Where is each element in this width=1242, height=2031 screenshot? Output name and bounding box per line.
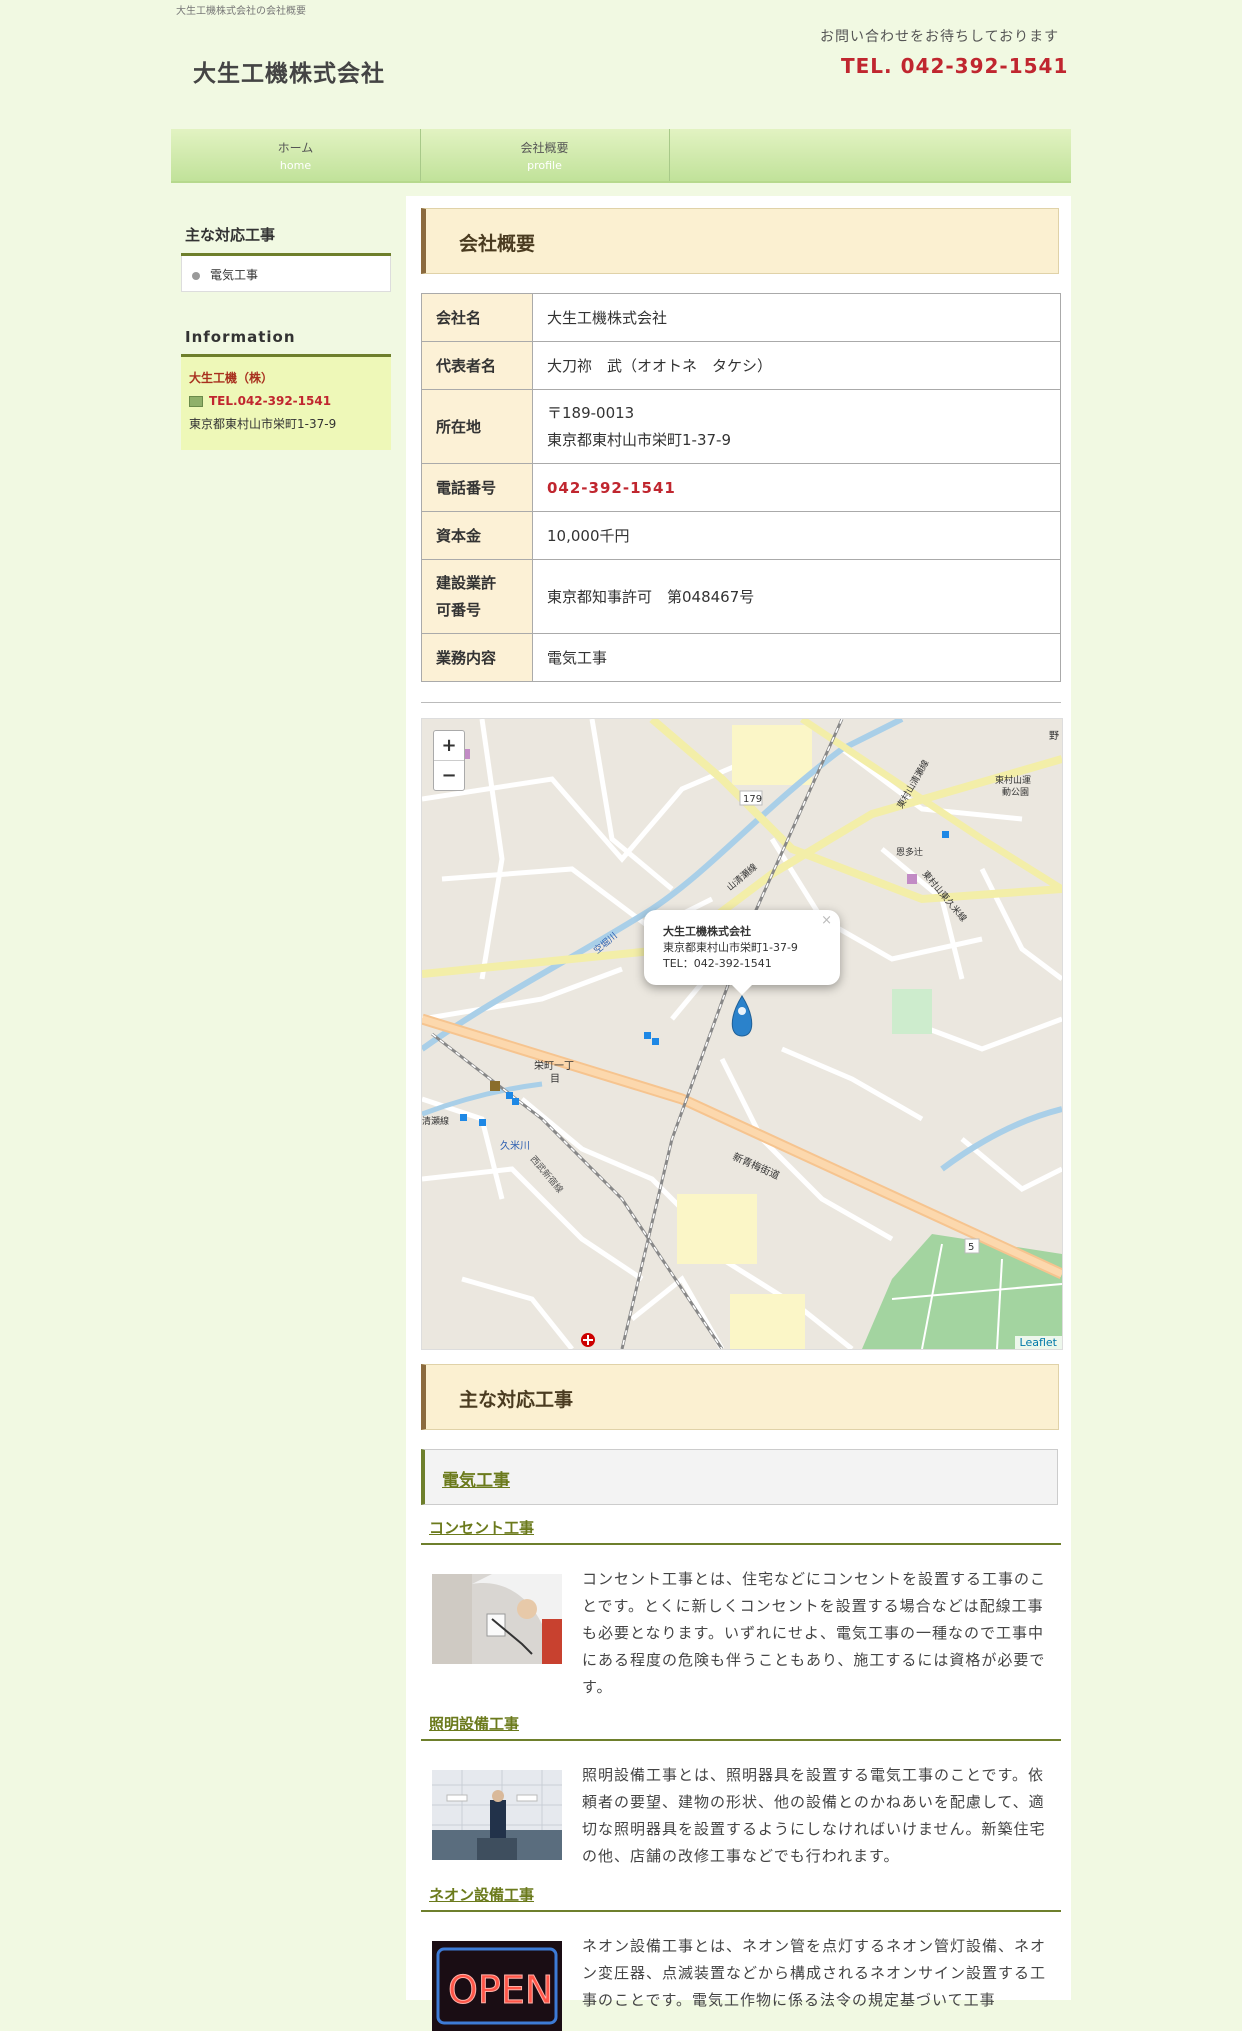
info-address: 東京都東村山市栄町1-37-9: [189, 417, 337, 431]
row-label: 資本金: [421, 511, 533, 560]
address: 東京都東村山市栄町1-37-9: [547, 430, 731, 449]
popup-address: 東京都東村山市栄町1-37-9: [663, 941, 798, 954]
table-row: 電話番号 042-392-1541: [421, 463, 1061, 512]
route-5-label: 5: [968, 1242, 974, 1253]
item-title-link[interactable]: コンセント工事: [429, 1517, 534, 1538]
route-179-label: 179: [743, 794, 762, 805]
map-label-kumegawa: 久米川: [500, 1139, 530, 1152]
profile-heading: 会社概要: [459, 233, 536, 255]
info-company: 大生工機（株）: [189, 371, 274, 385]
divider: [421, 702, 1061, 703]
nav-label: 会社概要: [520, 141, 569, 155]
map-label-kiyose: 清瀬線: [422, 1115, 449, 1127]
map-label-park2: 動公園: [1002, 787, 1029, 798]
info-tel[interactable]: TEL.042-392-1541: [209, 394, 331, 408]
lighting-work-image: [432, 1770, 562, 1860]
map-label-park: 東村山運: [995, 774, 1031, 786]
site-tagline: 大生工機株式会社の会社概要: [176, 6, 306, 17]
row-label: 会社名: [421, 293, 533, 342]
map[interactable]: 179 5 東村山運 動公園 栄町一丁 目 久米川 新青梅街道 西武新宿線 東村…: [421, 718, 1063, 1350]
neon-sign-image: OPEN: [432, 1941, 562, 2031]
outlet-work-image: [432, 1574, 562, 1664]
map-tiles: 179 5 東村山運 動公園 栄町一丁 目 久米川 新青梅街道 西武新宿線 東村…: [422, 719, 1062, 1349]
site-title[interactable]: 大生工機株式会社: [193, 54, 385, 88]
item-title-link[interactable]: ネオン設備工事: [429, 1884, 534, 1905]
sidebar-info-heading: Information: [181, 292, 391, 357]
popup-tel: TEL：042-392-1541: [663, 957, 772, 970]
bullet-icon: [192, 271, 200, 280]
zoom-in-button[interactable]: +: [434, 731, 464, 761]
nav-item-profile[interactable]: 会社概要 profile: [420, 129, 670, 181]
table-row: 建設業許 可番号 東京都知事許可 第048467号: [421, 559, 1061, 634]
map-label-sakaemachi: 栄町一丁: [534, 1060, 574, 1072]
row-label: 代表者名: [421, 341, 533, 390]
sidebar-item-label: 電気工事: [210, 268, 259, 282]
row-value: 大刀祢 武（オオトネ タケシ）: [532, 341, 1061, 390]
sidebar: 主な対応工事 電気工事 Information 大生工機（株） TEL.042-…: [181, 196, 391, 450]
zoom-control: + −: [433, 730, 465, 791]
table-row: 会社名 大生工機株式会社: [421, 293, 1061, 342]
zoom-out-button[interactable]: −: [434, 761, 464, 790]
row-value: 東京都知事許可 第048467号: [532, 559, 1061, 634]
nav-sublabel: home: [279, 159, 312, 172]
contact-tel[interactable]: TEL. 042-392-1541: [841, 54, 1068, 78]
nav-item-home[interactable]: ホーム home: [171, 129, 421, 181]
row-label: 建設業許 可番号: [421, 559, 533, 634]
item-heading-box: コンセント工事: [421, 1516, 1061, 1545]
item-description: 照明設備工事とは、照明器具を設置する電気工事のことです。依頼者の要望、建物の形状…: [582, 1766, 1046, 1865]
sidebar-item-electric[interactable]: 電気工事: [181, 256, 391, 292]
postal-code: 〒189-0013: [547, 403, 635, 422]
row-label-line: 可番号: [436, 600, 482, 619]
table-row: 資本金 10,000千円: [421, 511, 1061, 560]
row-value: 10,000千円: [532, 511, 1061, 560]
popup-title: 大生工機株式会社: [663, 925, 751, 938]
services-heading-box: 主な対応工事: [421, 1364, 1059, 1430]
map-label-no: 野: [1049, 730, 1059, 742]
popup-close-button[interactable]: ×: [821, 913, 832, 929]
map-popup: × 大生工機株式会社 東京都東村山市栄町1-37-9 TEL：042-392-1…: [644, 910, 840, 995]
row-label: 電話番号: [421, 463, 533, 512]
neon-sign-text: OPEN: [448, 1968, 553, 2012]
row-label: 所在地: [421, 389, 533, 464]
mail-icon: [189, 396, 203, 407]
profile-table: 会社名 大生工機株式会社 代表者名 大刀祢 武（オオトネ タケシ） 所在地 〒1…: [421, 293, 1061, 682]
sidebar-services-heading: 主な対応工事: [181, 196, 391, 256]
leaflet-attribution-link[interactable]: Leaflet: [1014, 1336, 1062, 1349]
item-description: コンセント工事とは、住宅などにコンセントを設置する工事のことです。とくに新しくコ…: [582, 1570, 1047, 1696]
row-label: 業務内容: [421, 633, 533, 682]
table-row: 業務内容 電気工事: [421, 633, 1061, 682]
main-nav: ホーム home 会社概要 profile: [171, 129, 1071, 183]
map-label-onta: 恩多辻: [896, 846, 923, 858]
popup-body: 大生工機株式会社 東京都東村山市栄町1-37-9 TEL：042-392-154…: [663, 924, 798, 972]
nav-sublabel: profile: [527, 159, 562, 172]
nav-label: ホーム: [277, 141, 314, 155]
table-row: 所在地 〒189-0013 東京都東村山市栄町1-37-9: [421, 389, 1061, 464]
row-value: 〒189-0013 東京都東村山市栄町1-37-9: [532, 389, 1061, 464]
sidebar-info-box: 大生工機（株） TEL.042-392-1541 東京都東村山市栄町1-37-9: [181, 357, 391, 450]
item-title-link[interactable]: 照明設備工事: [429, 1713, 519, 1734]
item-heading-box: ネオン設備工事: [421, 1883, 1061, 1912]
map-label-sakaemachi2: 目: [550, 1074, 560, 1085]
main-content: 会社概要 会社名 大生工機株式会社 代表者名 大刀祢 武（オオトネ タケシ） 所…: [406, 196, 1071, 2031]
row-value: 電気工事: [532, 633, 1061, 682]
row-value-tel[interactable]: 042-392-1541: [532, 463, 1061, 512]
item-heading-box: 照明設備工事: [421, 1712, 1061, 1741]
category-link[interactable]: 電気工事: [442, 1466, 510, 1491]
profile-heading-box: 会社概要: [421, 208, 1059, 274]
row-value: 大生工機株式会社: [532, 293, 1061, 342]
row-label-line: 建設業許: [436, 573, 497, 592]
table-row: 代表者名 大刀祢 武（オオトネ タケシ）: [421, 341, 1061, 390]
services-heading: 主な対応工事: [459, 1389, 574, 1411]
category-heading-box: 電気工事: [421, 1449, 1058, 1505]
item-description: ネオン設備工事とは、ネオン管を点灯するネオン管灯設備、ネオン変圧器、点滅装置など…: [582, 1937, 1047, 2009]
contact-message: お問い合わせをお待ちしております: [820, 29, 1060, 45]
